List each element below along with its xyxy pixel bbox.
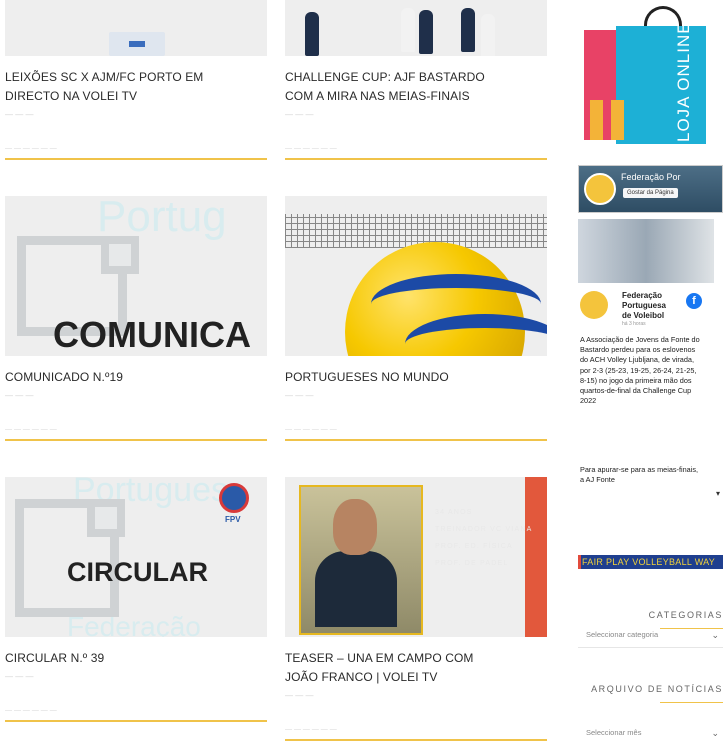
player-figure bbox=[481, 14, 495, 56]
document-dogear bbox=[87, 499, 125, 537]
article-meta: — — — bbox=[5, 391, 34, 400]
article-title[interactable]: COMUNICADO N.º19 bbox=[5, 368, 267, 387]
article-meta: — — — bbox=[285, 110, 314, 119]
read-more-link[interactable]: — — — — — — bbox=[285, 145, 547, 152]
article-card[interactable]: PORTUGUESES NO MUNDO — — — — — — — — — bbox=[285, 196, 547, 441]
facebook-page-name[interactable]: Federação Por bbox=[621, 172, 681, 182]
divider bbox=[5, 158, 267, 160]
divider bbox=[5, 720, 267, 722]
divider bbox=[285, 439, 547, 441]
gift-box-icon bbox=[590, 100, 624, 140]
article-thumbnail[interactable] bbox=[285, 0, 547, 56]
categories-select[interactable]: Seleccionar categoria ⌄ bbox=[578, 622, 723, 648]
article-thumbnail[interactable]: 34 ANOS TREINADOR VC VIANA PROF. ED. FÍS… bbox=[285, 477, 547, 637]
facebook-widget[interactable]: Federação Por Gostar da Página Federação… bbox=[578, 165, 723, 510]
shop-label: LOJA ONLINE bbox=[674, 21, 693, 142]
article-meta: — — — bbox=[285, 691, 314, 700]
divider bbox=[5, 439, 267, 441]
read-more-link[interactable]: — — — — — — bbox=[285, 726, 547, 733]
chevron-down-icon: ⌄ bbox=[711, 630, 719, 640]
article-card[interactable]: 34 ANOS TREINADOR VC VIANA PROF. ED. FÍS… bbox=[285, 477, 547, 741]
player-figure bbox=[401, 8, 415, 52]
read-more-link[interactable]: — — — — — — bbox=[5, 707, 267, 714]
article-title[interactable]: LEIXÕES SC x AJM/FC PORTO EM DIRECTO NA … bbox=[5, 68, 267, 106]
portrait-body bbox=[315, 551, 397, 627]
article-thumbnail[interactable] bbox=[5, 0, 267, 56]
portrait-head bbox=[333, 499, 377, 555]
post-text-more: Para apurar-se para as meias-finais, a A… bbox=[580, 465, 699, 485]
article-card[interactable]: CHALLENGE CUP: AJF BASTARDO COM A MIRA N… bbox=[285, 0, 547, 160]
archive-select[interactable]: Seleccionar mês ⌄ bbox=[578, 720, 723, 744]
avatar[interactable] bbox=[580, 291, 608, 319]
facebook-cover[interactable]: Federação Por Gostar da Página bbox=[578, 165, 723, 213]
post-author[interactable]: Federação Portuguesa de Voleibol bbox=[622, 291, 666, 321]
divider bbox=[285, 739, 547, 741]
article-card[interactable]: LEIXÕES SC x AJM/FC PORTO EM DIRECTO NA … bbox=[5, 0, 267, 160]
document-dogear bbox=[101, 236, 139, 274]
chevron-down-icon: ⌄ bbox=[711, 728, 719, 738]
scroll-down-icon[interactable]: ▾ bbox=[716, 489, 720, 498]
article-thumbnail[interactable]: Portug COMUNICA bbox=[5, 196, 267, 356]
tv-screen-image bbox=[109, 32, 165, 56]
like-page-button[interactable]: Gostar da Página bbox=[623, 188, 678, 198]
post-photo[interactable] bbox=[578, 219, 714, 283]
thumbnail-word: COMUNICA bbox=[53, 314, 251, 355]
article-meta: — — — bbox=[285, 391, 314, 400]
archive-title: ARQUIVO DE NOTÍCIAS bbox=[591, 684, 723, 694]
article-card[interactable]: Portugues Federação CIRCULAR FPV CIRCULA… bbox=[5, 477, 267, 722]
player-figure bbox=[419, 10, 433, 54]
fpv-logo-icon bbox=[219, 483, 249, 513]
player-figure bbox=[305, 12, 319, 56]
title-underline bbox=[660, 702, 723, 703]
read-more-link[interactable]: — — — — — — bbox=[5, 145, 267, 152]
fair-play-banner[interactable]: FAIR PLAY VOLLEYBALL WAY bbox=[578, 555, 723, 569]
fpv-badge-text: FPV bbox=[225, 515, 241, 524]
article-meta: — — — bbox=[5, 672, 34, 681]
post-time: há 3 horas bbox=[622, 321, 646, 327]
read-more-link[interactable]: — — — — — — bbox=[5, 426, 267, 433]
article-title[interactable]: TEASER – UNA EM CAMPO COM JOÃO FRANCO | … bbox=[285, 649, 547, 687]
read-more-link[interactable]: — — — — — — bbox=[285, 426, 547, 433]
article-title[interactable]: CHALLENGE CUP: AJF BASTARDO COM A MIRA N… bbox=[285, 68, 547, 106]
article-title[interactable]: PORTUGUESES NO MUNDO bbox=[285, 368, 547, 387]
article-meta: — — — bbox=[5, 110, 34, 119]
article-thumbnail[interactable] bbox=[285, 196, 547, 356]
thumbnail-word: CIRCULAR bbox=[67, 557, 208, 587]
facebook-icon[interactable]: f bbox=[686, 293, 702, 309]
categories-title: CATEGORIAS bbox=[648, 610, 723, 620]
article-title[interactable]: CIRCULAR N.º 39 bbox=[5, 649, 267, 668]
teaser-info: 34 ANOS TREINADOR VC VIANA PROF. ED. FÍS… bbox=[435, 509, 533, 567]
online-shop-banner[interactable]: LOJA ONLINE bbox=[578, 0, 723, 148]
fpv-logo-icon bbox=[584, 173, 616, 205]
article-card[interactable]: Portug COMUNICA COMUNICADO N.º19 — — — —… bbox=[5, 196, 267, 441]
player-figure bbox=[461, 8, 475, 52]
article-thumbnail[interactable]: Portugues Federação CIRCULAR FPV bbox=[5, 477, 267, 637]
divider bbox=[285, 158, 547, 160]
post-text: A Associação de Jovens da Fonte do Basta… bbox=[580, 335, 700, 406]
